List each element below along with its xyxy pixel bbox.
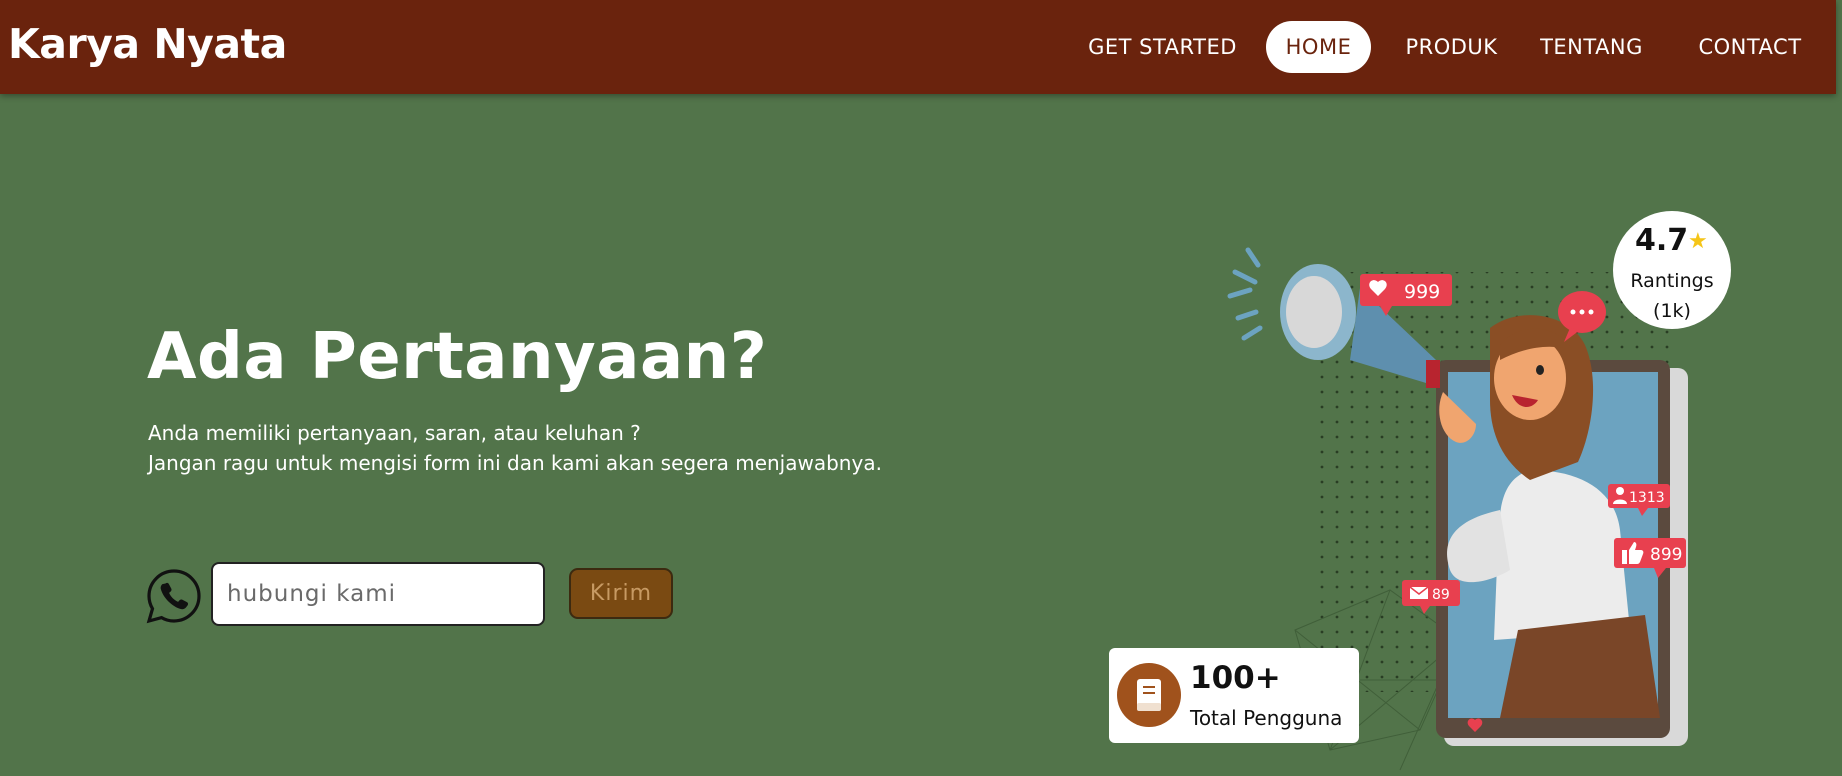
users-badge: 100+ Total Pengguna [1109,648,1359,743]
nav-produk[interactable]: PRODUK [1394,21,1509,73]
brand-logo[interactable]: Karya Nyata [8,20,287,68]
contact-input[interactable] [211,562,545,626]
nav-get-started[interactable]: GET STARTED [1085,21,1240,73]
nav-contact[interactable]: CONTACT [1686,21,1814,73]
users-label: Total Pengguna [1190,706,1343,730]
hero-subtitle-line-1: Anda memiliki pertanyaan, saran, atau ke… [148,421,641,445]
hero-title: Ada Pertanyaan? [147,320,768,394]
navbar: Karya Nyata GET STARTED HOME PRODUK TENT… [0,0,1836,94]
nav-home[interactable]: HOME [1266,21,1371,73]
mail-count: 89 [1432,587,1450,603]
users-count: 100+ [1190,660,1281,696]
rating-value: 4.7 [1635,223,1689,258]
rating-label-line-2: (1k) [1653,300,1691,322]
followers-count: 1313 [1629,490,1665,506]
hero-subtitle-line-2: Jangan ragu untuk mengisi form ini dan k… [148,451,882,475]
star-icon: ★ [1688,229,1708,254]
thumbs-count: 899 [1650,545,1682,565]
send-button[interactable]: Kirim [569,568,673,619]
likes-count: 999 [1404,281,1440,303]
book-icon [1117,663,1181,727]
hero-subtitle: Anda memiliki pertanyaan, saran, atau ke… [148,418,882,478]
rating-badge: 4.7 ★ Rantings (1k) [1613,211,1731,329]
rating-label-line-1: Rantings [1630,270,1714,292]
nav-tentang[interactable]: TENTANG [1534,21,1649,73]
rating-label: Rantings (1k) [1613,266,1731,326]
whatsapp-icon [146,569,201,624]
